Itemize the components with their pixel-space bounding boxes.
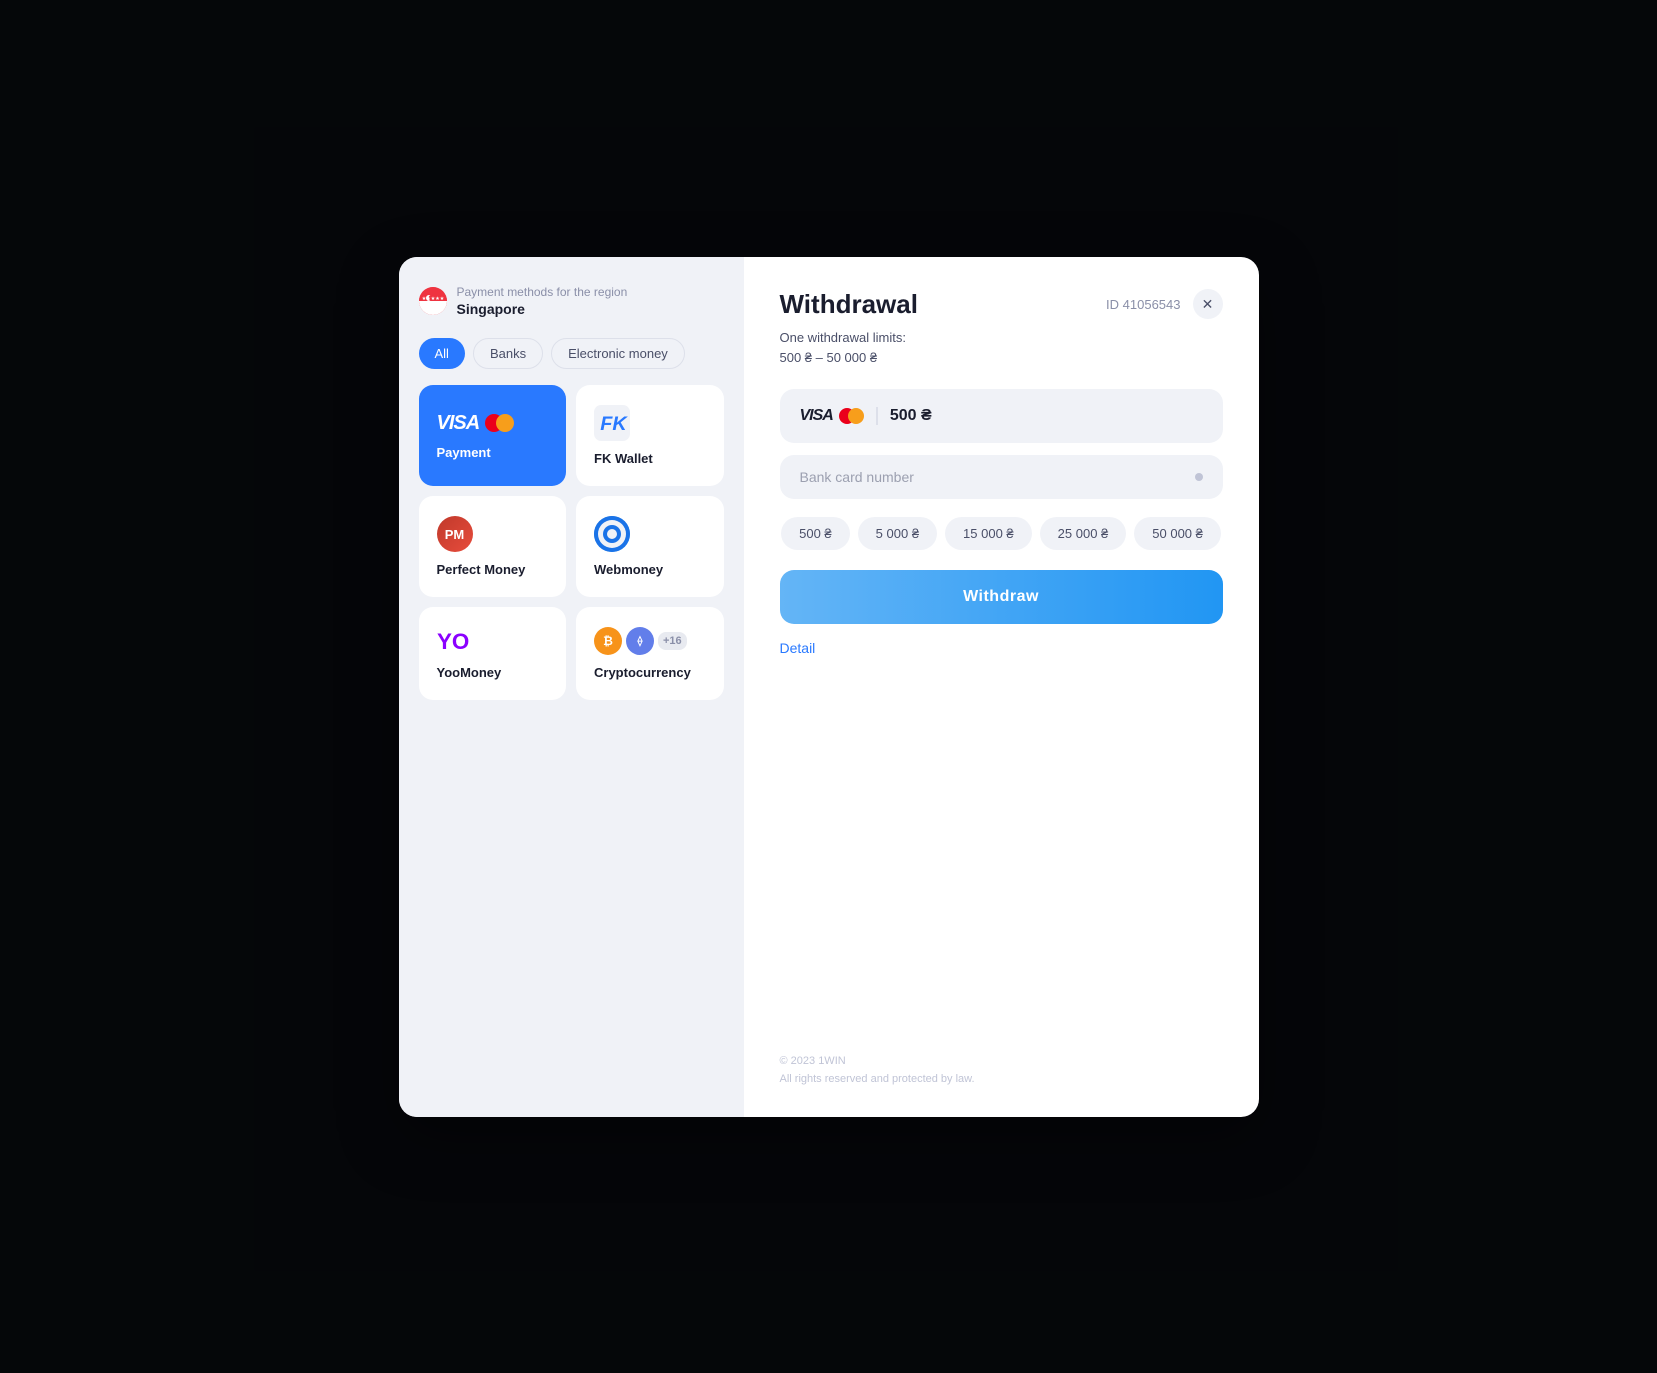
filter-all[interactable]: All <box>419 338 465 369</box>
crypto-icons: ₿ ⟠ +16 <box>594 627 687 655</box>
eth-icon: ⟠ <box>626 627 654 655</box>
fk-wallet-label: FK Wallet <box>594 451 653 466</box>
webmoney-logo <box>594 516 630 552</box>
fk-wallet-logo: FK <box>594 405 630 441</box>
limits-line-2: 500 ₴ – 50 000 ₴ <box>780 348 1223 369</box>
withdrawal-id: ID 41056543 <box>1106 297 1180 312</box>
visa-text: VISA <box>437 412 480 435</box>
quick-amount-4[interactable]: 25 000 ₴ <box>1040 517 1127 550</box>
payment-method-visa[interactable]: VISA Payment <box>419 385 567 486</box>
yoomoney-logo: YO <box>437 627 477 655</box>
visa-logo: VISA <box>437 412 515 435</box>
perfect-money-label: Perfect Money <box>437 562 526 577</box>
svg-text:FK: FK <box>600 413 628 435</box>
amount-visa-logo: VISA <box>800 407 878 425</box>
footer-line-2: All rights reserved and protected by law… <box>780 1071 975 1089</box>
visa-payment-label: Payment <box>437 445 491 460</box>
perfect-money-logo: PM <box>437 516 473 552</box>
region-label: Payment methods for the region <box>457 285 628 301</box>
withdraw-button[interactable]: Withdraw <box>780 570 1223 624</box>
region-text: Payment methods for the region Singapore <box>457 285 628 319</box>
region-header: ★★★★★ Payment methods for the region Sin… <box>419 285 724 319</box>
payment-methods-grid: VISA Payment FK FK Wallet <box>419 385 724 700</box>
footer: © 2023 1WIN All rights reserved and prot… <box>780 1053 975 1088</box>
quick-amount-2[interactable]: 5 000 ₴ <box>858 517 937 550</box>
withdrawal-header: Withdrawal ID 41056543 ✕ <box>780 289 1223 320</box>
withdrawal-title: Withdrawal <box>780 289 918 320</box>
right-panel: Withdrawal ID 41056543 ✕ One withdrawal … <box>744 257 1259 1117</box>
amount-display: VISA 500 ₴ <box>780 389 1223 443</box>
crypto-more-badge: +16 <box>658 632 687 650</box>
svg-text:YO: YO <box>437 629 469 654</box>
withdrawal-modal: ★★★★★ Payment methods for the region Sin… <box>399 257 1259 1117</box>
card-input-dot <box>1195 473 1203 481</box>
filter-banks[interactable]: Banks <box>473 338 543 369</box>
quick-amount-5[interactable]: 50 000 ₴ <box>1134 517 1221 550</box>
filter-tabs: All Banks Electronic money <box>419 338 724 369</box>
yoomoney-label: YooMoney <box>437 665 502 680</box>
amount-value: 500 ₴ <box>890 407 932 425</box>
card-input-wrapper[interactable] <box>780 455 1223 499</box>
filter-electronic[interactable]: Electronic money <box>551 338 685 369</box>
cryptocurrency-label: Cryptocurrency <box>594 665 691 680</box>
payment-method-yoomoney[interactable]: YO YooMoney <box>419 607 567 700</box>
bank-card-input[interactable] <box>800 469 1195 485</box>
payment-method-webmoney[interactable]: Webmoney <box>576 496 724 597</box>
region-flag-icon: ★★★★★ <box>419 287 447 315</box>
mastercard-icon <box>485 414 514 432</box>
mc-circle-right <box>496 414 514 432</box>
amount-visa-text: VISA <box>800 407 833 425</box>
payment-method-fk-wallet[interactable]: FK FK Wallet <box>576 385 724 486</box>
quick-amounts: 500 ₴ 5 000 ₴ 15 000 ₴ 25 000 ₴ 50 000 ₴ <box>780 517 1223 550</box>
limits-line-1: One withdrawal limits: <box>780 328 1223 349</box>
detail-link[interactable]: Detail <box>780 640 1223 656</box>
footer-line-1: © 2023 1WIN <box>780 1053 975 1071</box>
left-panel: ★★★★★ Payment methods for the region Sin… <box>399 257 744 1117</box>
amount-mc-right <box>848 408 864 424</box>
quick-amount-3[interactable]: 15 000 ₴ <box>945 517 1032 550</box>
region-name: Singapore <box>457 300 628 318</box>
withdrawal-limits: One withdrawal limits: 500 ₴ – 50 000 ₴ <box>780 328 1223 370</box>
payment-method-perfect-money[interactable]: PM Perfect Money <box>419 496 567 597</box>
withdrawal-id-close: ID 41056543 ✕ <box>1106 289 1222 319</box>
webmoney-label: Webmoney <box>594 562 663 577</box>
svg-text:★★★★★: ★★★★★ <box>421 296 444 302</box>
payment-method-cryptocurrency[interactable]: ₿ ⟠ +16 Cryptocurrency <box>576 607 724 700</box>
close-button[interactable]: ✕ <box>1193 289 1223 319</box>
quick-amount-1[interactable]: 500 ₴ <box>781 517 850 550</box>
amount-mastercard-icon <box>839 408 864 424</box>
btc-icon: ₿ <box>594 627 622 655</box>
